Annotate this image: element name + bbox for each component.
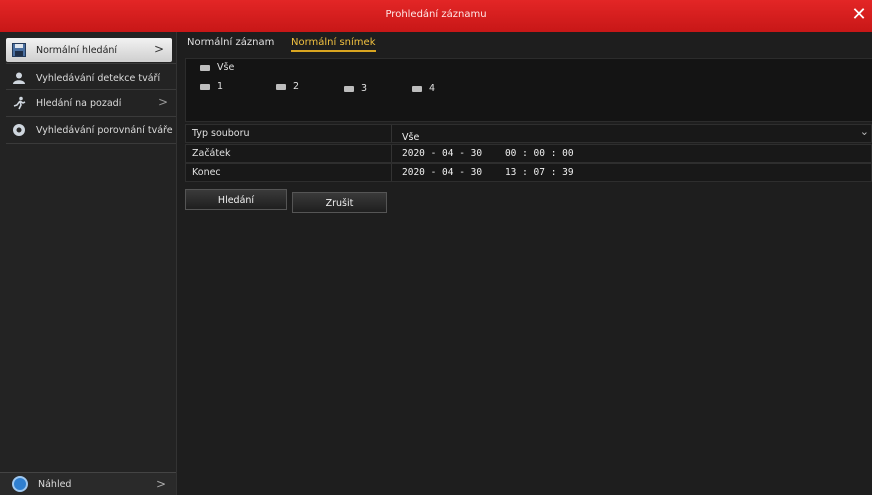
checkbox-icon <box>200 83 210 90</box>
divider <box>6 116 176 117</box>
chevron-right-icon: > <box>153 42 164 56</box>
sidebar: Normální hledání > Vyhledávání detekce t… <box>0 32 177 495</box>
person-icon <box>10 69 28 87</box>
channel-1-checkbox[interactable]: 1 <box>200 81 223 92</box>
preview-icon <box>12 476 28 492</box>
preview-button[interactable]: Náhled > <box>0 472 176 495</box>
channel-3-checkbox[interactable]: 3 <box>344 83 367 94</box>
start-time-row: Začátek 2020 - 04 - 30 00 : 00 : 00 <box>185 144 872 163</box>
divider <box>6 143 176 144</box>
checkbox-label: 1 <box>217 81 224 92</box>
end-time-row: Konec 2020 - 04 - 30 13 : 07 : 39 <box>185 163 872 182</box>
channel-4-checkbox[interactable]: 4 <box>412 83 435 94</box>
checkbox-icon <box>200 64 210 71</box>
checkbox-label: 2 <box>293 81 300 92</box>
search-button[interactable]: Hledání <box>185 189 287 210</box>
sidebar-item-label: Vyhledávání detekce tváří <box>36 72 161 84</box>
checkbox-label: 3 <box>361 83 368 94</box>
sidebar-item-face-detection-search[interactable]: Vyhledávání detekce tváří <box>6 66 176 90</box>
chevron-right-icon: > <box>155 477 166 491</box>
start-time-label: Začátek <box>186 145 392 162</box>
compare-face-icon <box>10 121 28 139</box>
preview-label: Náhled <box>38 478 72 490</box>
divider <box>6 63 176 64</box>
chevron-down-icon[interactable]: ⌄ <box>860 125 869 138</box>
window-title: Prohledání záznamu <box>385 9 487 20</box>
channel-2-checkbox[interactable]: 2 <box>276 81 299 92</box>
sidebar-item-label: Normální hledání <box>36 44 118 56</box>
running-person-icon <box>10 94 28 112</box>
end-time-field[interactable]: 2020 - 04 - 30 13 : 07 : 39 <box>402 164 574 181</box>
sidebar-item-face-compare-search[interactable]: Vyhledávání porovnání tváře <box>6 118 176 142</box>
title-bar: Prohledání záznamu ✕ <box>0 0 872 32</box>
checkbox-icon <box>276 83 286 90</box>
checkbox-icon <box>412 85 422 92</box>
close-button[interactable]: ✕ <box>849 4 869 26</box>
chevron-right-icon: > <box>157 95 168 109</box>
sidebar-item-background-search[interactable]: Hledání na pozadí > <box>6 91 176 115</box>
divider <box>6 89 176 90</box>
tab-normal-snapshot[interactable]: Normální snímek <box>291 37 376 52</box>
tab-normal-recording[interactable]: Normální záznam <box>187 37 274 48</box>
sidebar-item-label: Vyhledávání porovnání tváře <box>36 124 173 136</box>
channel-all-checkbox[interactable]: Vše <box>200 62 234 73</box>
checkbox-label: 4 <box>429 83 436 94</box>
checkbox-icon <box>344 85 354 92</box>
file-type-row: Typ souboru Vše ⌄ <box>185 124 872 143</box>
channel-selection: Vše 1 2 3 4 <box>185 58 872 122</box>
cancel-button[interactable]: Zrušit <box>292 192 387 213</box>
close-icon: ✕ <box>851 4 867 25</box>
start-time-field[interactable]: 2020 - 04 - 30 00 : 00 : 00 <box>402 145 574 162</box>
sidebar-item-label: Hledání na pozadí <box>36 97 122 109</box>
file-type-label: Typ souboru <box>186 125 392 142</box>
end-time-label: Konec <box>186 164 392 181</box>
checkbox-label: Vše <box>217 62 235 73</box>
main-panel: Normální záznam Normální snímek Vše 1 2 … <box>177 32 872 495</box>
sidebar-item-normal-search[interactable]: Normální hledání > <box>6 38 172 62</box>
floppy-disk-icon <box>10 41 28 59</box>
